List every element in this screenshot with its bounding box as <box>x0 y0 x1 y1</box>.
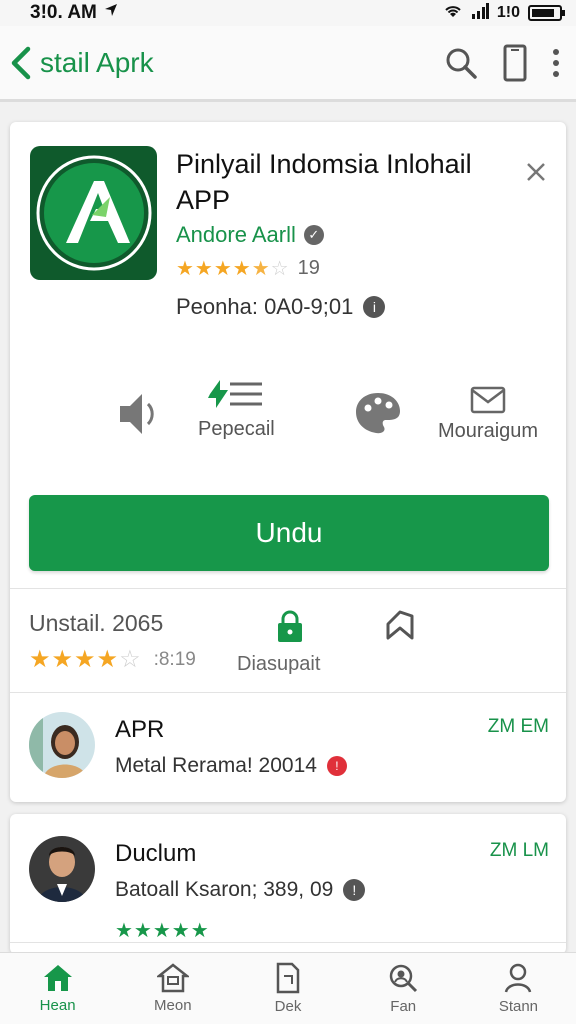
search-icon <box>446 48 477 79</box>
device-button[interactable] <box>502 44 528 82</box>
alert-icon: ! <box>326 756 347 776</box>
feature-row: Pepecail Mouraigum <box>10 376 566 466</box>
network-label: 1!0 <box>496 4 520 21</box>
review-time: ZM EM <box>487 716 549 737</box>
review-time: ZM LM <box>489 840 549 861</box>
search-people-icon <box>389 964 418 993</box>
mail-icon <box>470 386 506 414</box>
rating-row: ★★★★★☆ 19 <box>176 256 320 281</box>
signal-icon <box>471 2 489 24</box>
review-name: Duclum <box>115 840 197 867</box>
meta-title: Unstail. 2065 <box>29 610 164 636</box>
meta-block: Unstail. 2065 ★★★★☆ :8:19 <box>29 610 196 674</box>
list-icon <box>208 380 263 408</box>
search-button[interactable] <box>444 46 478 80</box>
app-icon <box>30 146 157 280</box>
app-detail-card: Pinlyail Indomsia Inlohail APP Andore Aa… <box>10 122 566 802</box>
install-button[interactable]: Undu <box>29 495 549 571</box>
more-vert-icon <box>553 48 559 77</box>
divider <box>10 588 566 589</box>
document-icon <box>276 962 300 994</box>
nav-search-people[interactable]: Fan <box>346 953 461 1024</box>
feature-speaker[interactable] <box>116 390 158 438</box>
app-logo-icon <box>36 155 151 271</box>
tag-icon[interactable] <box>384 608 416 647</box>
review-item[interactable]: APR ZM EM Metal Rerama! 20014 ! <box>29 712 549 802</box>
location-icon <box>103 2 119 24</box>
nav-label: Meon <box>154 997 192 1014</box>
nav-label: Stann <box>498 998 539 1015</box>
review-name: APR <box>115 716 165 743</box>
chevron-left-icon <box>11 46 31 79</box>
close-icon <box>527 163 545 181</box>
battery-icon <box>528 5 565 21</box>
store-icon <box>156 963 189 993</box>
verified-icon: ✓ <box>303 225 324 245</box>
avatar <box>29 836 95 902</box>
review-subtitle-text: Metal Rerama! 20014 <box>115 754 317 777</box>
divider <box>10 942 566 943</box>
bottom-nav: Hean Meon Dek Fan Stann <box>0 952 576 1024</box>
lock-icon[interactable] <box>276 610 304 649</box>
back-button[interactable] <box>8 46 38 80</box>
review-card: Duclum ZM LM Batoall Ksaron; 389, 09 ! ★… <box>10 814 566 954</box>
info-icon: ! <box>343 879 366 901</box>
review-subtitle: Batoall Ksaron; 389, 09 ! <box>115 878 366 902</box>
price-row: Peonha: 0A0-9;01 i <box>176 294 386 320</box>
developer-link[interactable]: Andore Aarll ✓ <box>176 222 324 248</box>
review-stars: ★★★★★ <box>115 920 210 942</box>
phone-icon <box>503 44 527 81</box>
nav-home[interactable]: Hean <box>0 953 115 1024</box>
review-subtitle-text: Batoall Ksaron; 389, 09 <box>115 878 334 901</box>
feature-palette[interactable] <box>354 390 402 436</box>
review-item[interactable]: Duclum ZM LM Batoall Ksaron; 389, 09 ! ★… <box>29 836 549 942</box>
nav-label: Dek <box>274 998 302 1015</box>
wifi-icon <box>443 3 463 24</box>
speaker-icon <box>120 394 154 434</box>
meta-download-label[interactable]: Diasupait <box>237 653 320 676</box>
meta-stars: ★★★★☆ <box>29 646 142 673</box>
review-subtitle: Metal Rerama! 20014 ! <box>115 754 347 778</box>
price-text: Peonha: 0A0-9;01 <box>176 294 354 319</box>
status-time: 3!0. AM <box>30 2 97 23</box>
home-icon <box>43 965 72 991</box>
nav-document[interactable]: Dek <box>230 953 345 1024</box>
feature-mail[interactable]: Mouraigum <box>438 386 538 443</box>
feature-list[interactable]: Pepecail <box>198 376 275 441</box>
status-bar: 3!0. AM 1!0 <box>0 0 576 26</box>
divider <box>10 692 566 693</box>
palette-icon <box>356 393 400 434</box>
rating-count: 19 <box>297 257 320 279</box>
app-bar-title: stail Aprk <box>40 46 154 78</box>
meta-count: :8:19 <box>153 648 196 670</box>
nav-profile[interactable]: Stann <box>461 953 576 1024</box>
developer-name: Andore Aarll <box>176 222 296 247</box>
close-button[interactable] <box>526 156 546 190</box>
feature-label-list: Pepecail <box>198 418 275 440</box>
app-title: Pinlyail Indomsia Inlohail APP <box>176 149 472 215</box>
nav-label: Hean <box>39 997 76 1014</box>
nav-label: Fan <box>390 998 417 1015</box>
info-icon[interactable]: i <box>363 296 386 318</box>
more-button[interactable] <box>552 48 560 78</box>
avatar <box>29 712 95 778</box>
feature-label-mail: Mouraigum <box>438 420 539 442</box>
rating-stars: ★★★★★☆ <box>176 258 290 280</box>
nav-store[interactable]: Meon <box>115 953 230 1024</box>
person-icon <box>505 963 532 993</box>
app-bar: stail Aprk <box>0 26 576 102</box>
